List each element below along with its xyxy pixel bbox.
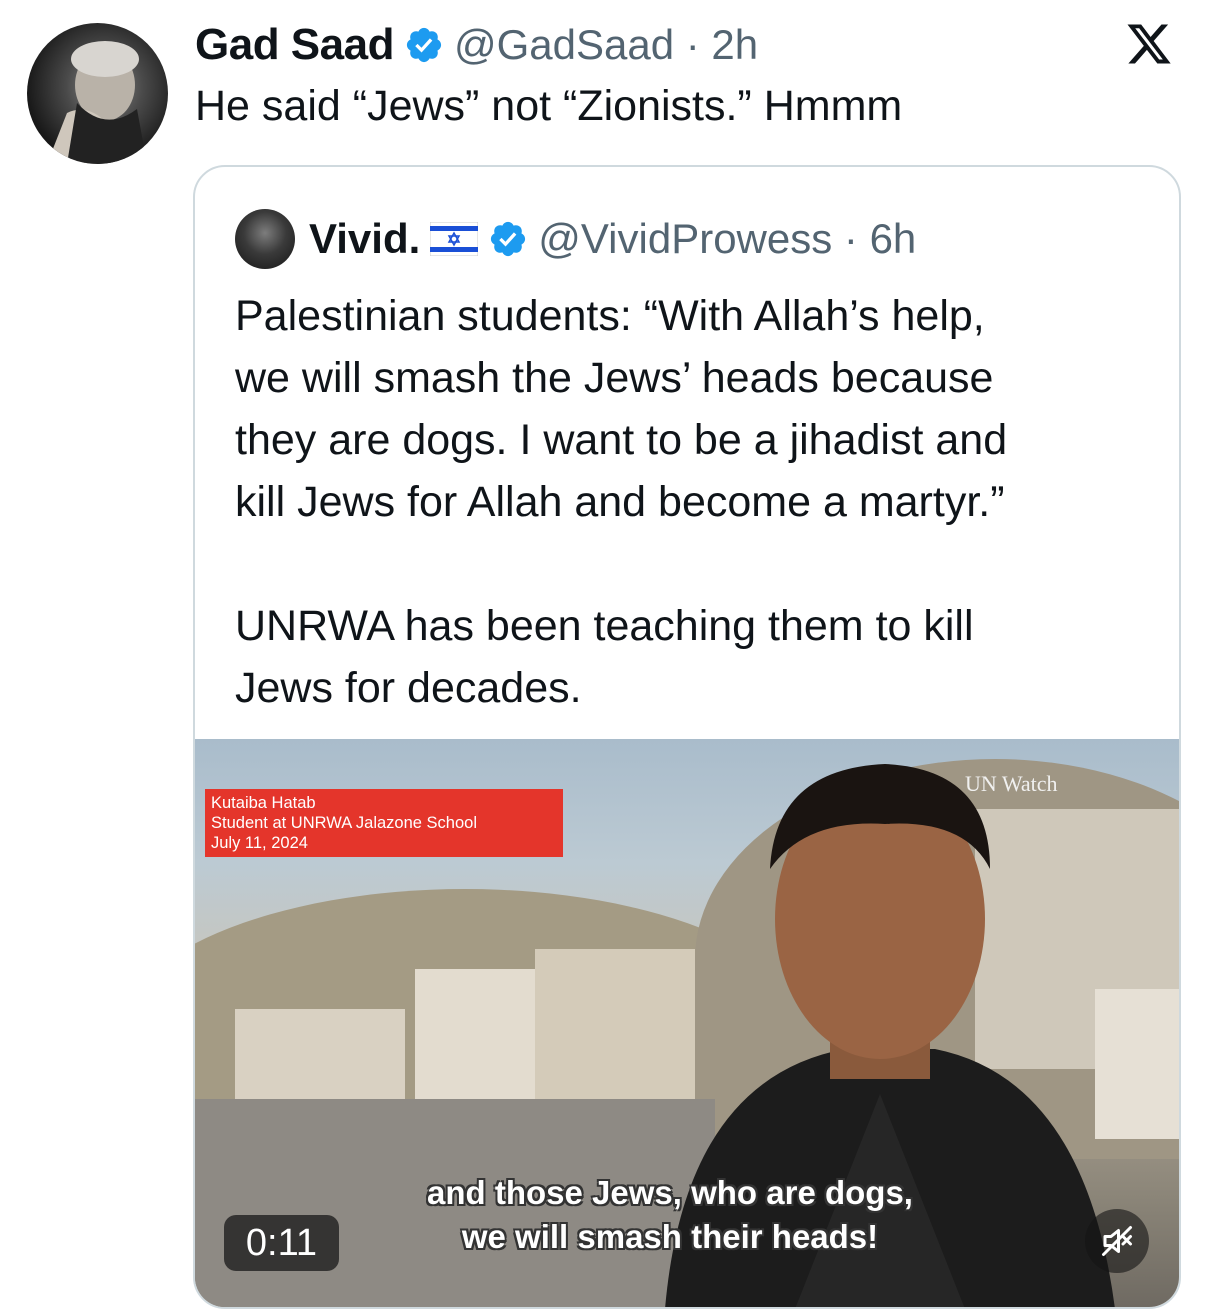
- author-avatar[interactable]: [27, 23, 168, 164]
- video-subtitle: and those Jews, who are dogs, we will sm…: [345, 1171, 995, 1259]
- quoted-text-line: kill Jews for Allah and become a martyr.…: [235, 478, 1005, 526]
- quoted-tweet-header: Vivid. @VividProwess · 6h: [235, 209, 916, 269]
- subtitle-line: we will smash their heads!: [461, 1218, 879, 1255]
- quoted-text-line: Jews for decades.: [235, 664, 582, 712]
- mute-button[interactable]: [1085, 1209, 1149, 1273]
- caption-date: July 11, 2024: [211, 834, 308, 852]
- quoted-text-line: UNRWA has been teaching them to kill: [235, 602, 974, 650]
- caption-name: Kutaiba Hatab: [211, 794, 316, 812]
- lower-third-caption: Kutaiba Hatab Student at UNRWA Jalazone …: [205, 789, 563, 857]
- quoted-tweet-card[interactable]: Vivid. @VividProwess · 6h Palestinian st…: [193, 165, 1181, 1309]
- quoted-author-name[interactable]: Vivid.: [309, 215, 420, 263]
- muted-speaker-icon: [1102, 1226, 1132, 1256]
- israel-flag-icon: [430, 222, 479, 256]
- video-player[interactable]: Kutaiba Hatab Student at UNRWA Jalazone …: [195, 739, 1179, 1307]
- quoted-author-handle-time[interactable]: @VividProwess · 6h: [538, 215, 916, 263]
- subtitle-line: and those Jews, who are dogs,: [427, 1174, 913, 1211]
- author-name[interactable]: Gad Saad: [195, 20, 394, 70]
- verified-badge-icon: [406, 27, 442, 63]
- author-handle-time[interactable]: @GadSaad · 2h: [454, 21, 758, 69]
- quoted-text-line: they are dogs. I want to be a jihadist a…: [235, 416, 1008, 464]
- quoted-text-line: we will smash the Jews’ heads because: [235, 354, 994, 402]
- quoted-author-avatar[interactable]: [235, 209, 295, 269]
- caption-role: Student at UNRWA Jalazone School: [211, 814, 477, 832]
- verified-badge-icon: [491, 221, 526, 257]
- x-logo-icon[interactable]: [1122, 20, 1176, 68]
- un-watch-watermark: UN Watch: [965, 771, 1058, 796]
- tweet-header: Gad Saad @GadSaad · 2h: [195, 18, 758, 72]
- tweet-text: He said “Jews” not “Zionists.” Hmmm: [195, 82, 903, 130]
- quoted-tweet-text: Palestinian students: “With Allah’s help…: [235, 285, 1155, 719]
- video-duration: 0:11: [224, 1215, 339, 1271]
- quoted-text-line: Palestinian students: “With Allah’s help…: [235, 292, 985, 340]
